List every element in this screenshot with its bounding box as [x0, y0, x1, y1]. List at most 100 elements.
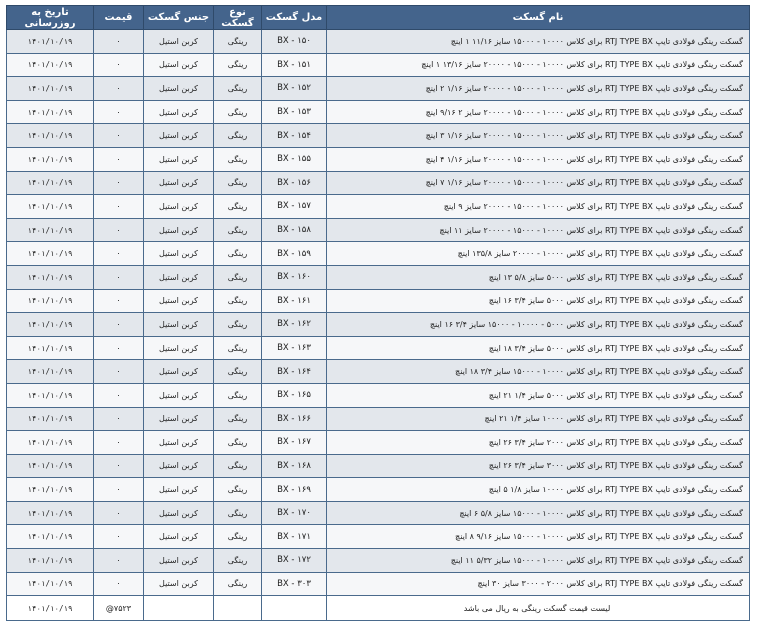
header-material: جنس گسکت: [143, 5, 214, 30]
table-row: گسکت رینگی فولادی تایپ RTJ TYPE BX برای …: [6, 406, 750, 432]
table-header: نام گسکت مدل گسکت نوع گسکت جنس گسکت قیمت…: [6, 5, 750, 30]
cell-name[interactable]: گسکت رینگی فولادی تایپ RTJ TYPE BX برای …: [326, 241, 750, 266]
gasket-price-table: نام گسکت مدل گسکت نوع گسکت جنس گسکت قیمت…: [6, 5, 750, 622]
footer-date: ۱۴۰۱/۱۰/۱۹: [6, 595, 94, 622]
cell-type: رینگی: [213, 76, 262, 101]
cell-material: کربن استیل: [143, 430, 214, 455]
cell-model: BX - ۱۶۱: [261, 288, 327, 314]
table-row: گسکت رینگی فولادی تایپ RTJ TYPE BX برای …: [6, 241, 750, 266]
cell-date: ۱۴۰۱/۱۰/۱۹: [6, 453, 94, 479]
cell-price: ۰: [93, 406, 144, 432]
cell-date: ۱۴۰۱/۱۰/۱۹: [6, 52, 94, 78]
cell-name[interactable]: گسکت رینگی فولادی تایپ RTJ TYPE BX برای …: [326, 217, 750, 243]
cell-model: BX - ۱۵۸: [261, 217, 327, 243]
cell-name[interactable]: گسکت رینگی فولادی تایپ RTJ TYPE BX برای …: [326, 312, 750, 337]
cell-name[interactable]: گسکت رینگی فولادی تایپ RTJ TYPE BX برای …: [326, 76, 750, 101]
cell-price: ۰: [93, 500, 144, 526]
cell-date: ۱۴۰۱/۱۰/۱۹: [6, 146, 94, 172]
table-row: گسکت رینگی فولادی تایپ RTJ TYPE BX برای …: [6, 477, 750, 502]
cell-model: BX - ۱۵۶: [261, 170, 327, 196]
cell-material: کربن استیل: [143, 76, 214, 101]
cell-price: ۰: [93, 76, 144, 101]
header-date: تاریخ به روزرسانی: [6, 5, 94, 30]
cell-date: ۱۴۰۱/۱۰/۱۹: [6, 288, 94, 314]
cell-name[interactable]: گسکت رینگی فولادی تایپ RTJ TYPE BX برای …: [326, 288, 750, 314]
header-type: نوع گسکت: [213, 5, 262, 30]
cell-material: کربن استیل: [143, 217, 214, 243]
cell-price: ۰: [93, 312, 144, 337]
cell-type: رینگی: [213, 241, 262, 266]
cell-material: کربن استیل: [143, 382, 214, 408]
cell-type: رینگی: [213, 146, 262, 172]
cell-name[interactable]: گسکت رینگی فولادی تایپ RTJ TYPE BX برای …: [326, 500, 750, 526]
cell-name[interactable]: گسکت رینگی فولادی تایپ RTJ TYPE BX برای …: [326, 52, 750, 78]
cell-date: ۱۴۰۱/۱۰/۱۹: [6, 264, 94, 290]
cell-price: ۰: [93, 548, 144, 573]
cell-material: کربن استیل: [143, 264, 214, 290]
cell-name[interactable]: گسکت رینگی فولادی تایپ RTJ TYPE BX برای …: [326, 406, 750, 432]
cell-name[interactable]: گسکت رینگی فولادی تایپ RTJ TYPE BX برای …: [326, 430, 750, 455]
cell-model: BX - ۳۰۳: [261, 571, 327, 597]
cell-date: ۱۴۰۱/۱۰/۱۹: [6, 500, 94, 526]
cell-price: ۰: [93, 99, 144, 125]
cell-price: ۰: [93, 29, 144, 54]
cell-name[interactable]: گسکت رینگی فولادی تایپ RTJ TYPE BX برای …: [326, 29, 750, 54]
cell-material: کربن استیل: [143, 241, 214, 266]
cell-material: کربن استیل: [143, 524, 214, 550]
cell-type: رینگی: [213, 170, 262, 196]
cell-name[interactable]: گسکت رینگی فولادی تایپ RTJ TYPE BX برای …: [326, 359, 750, 384]
cell-type: رینگی: [213, 99, 262, 125]
cell-type: رینگی: [213, 335, 262, 361]
cell-name[interactable]: گسکت رینگی فولادی تایپ RTJ TYPE BX برای …: [326, 170, 750, 196]
cell-material: کربن استیل: [143, 571, 214, 597]
cell-material: کربن استیل: [143, 500, 214, 526]
table-row: گسکت رینگی فولادی تایپ RTJ TYPE BX برای …: [6, 217, 750, 243]
cell-material: کربن استیل: [143, 288, 214, 314]
cell-date: ۱۴۰۱/۱۰/۱۹: [6, 194, 94, 219]
table-row: گسکت رینگی فولادی تایپ RTJ TYPE BX برای …: [6, 194, 750, 219]
footer-note: لیست قیمت گسکت رینگی به ریال می باشد: [326, 595, 750, 622]
cell-date: ۱۴۰۱/۱۰/۱۹: [6, 477, 94, 502]
cell-model: BX - ۱۵۲: [261, 76, 327, 101]
cell-name[interactable]: گسکت رینگی فولادی تایپ RTJ TYPE BX برای …: [326, 264, 750, 290]
cell-name[interactable]: گسکت رینگی فولادی تایپ RTJ TYPE BX برای …: [326, 335, 750, 361]
cell-type: رینگی: [213, 477, 262, 502]
cell-date: ۱۴۰۱/۱۰/۱۹: [6, 359, 94, 384]
cell-name[interactable]: گسکت رینگی فولادی تایپ RTJ TYPE BX برای …: [326, 382, 750, 408]
cell-type: رینگی: [213, 52, 262, 78]
cell-model: BX - ۱۶۳: [261, 335, 327, 361]
cell-name[interactable]: گسکت رینگی فولادی تایپ RTJ TYPE BX برای …: [326, 99, 750, 125]
cell-type: رینگی: [213, 500, 262, 526]
cell-name[interactable]: گسکت رینگی فولادی تایپ RTJ TYPE BX برای …: [326, 524, 750, 550]
cell-price: ۰: [93, 194, 144, 219]
cell-price: ۰: [93, 382, 144, 408]
cell-model: BX - ۱۷۲: [261, 548, 327, 573]
cell-price: ۰: [93, 217, 144, 243]
cell-date: ۱۴۰۱/۱۰/۱۹: [6, 76, 94, 101]
table-row: گسکت رینگی فولادی تایپ RTJ TYPE BX برای …: [6, 430, 750, 455]
cell-model: BX - ۱۶۷: [261, 430, 327, 455]
cell-material: کربن استیل: [143, 29, 214, 54]
cell-material: کربن استیل: [143, 194, 214, 219]
table-row: گسکت رینگی فولادی تایپ RTJ TYPE BX برای …: [6, 524, 750, 550]
cell-name[interactable]: گسکت رینگی فولادی تایپ RTJ TYPE BX برای …: [326, 477, 750, 502]
cell-name[interactable]: گسکت رینگی فولادی تایپ RTJ TYPE BX برای …: [326, 194, 750, 219]
cell-name[interactable]: گسکت رینگی فولادی تایپ RTJ TYPE BX برای …: [326, 146, 750, 172]
table-row: گسکت رینگی فولادی تایپ RTJ TYPE BX برای …: [6, 76, 750, 101]
cell-model: BX - ۱۵۰: [261, 29, 327, 54]
table-row: گسکت رینگی فولادی تایپ RTJ TYPE BX برای …: [6, 335, 750, 361]
table-row: گسکت رینگی فولادی تایپ RTJ TYPE BX برای …: [6, 123, 750, 148]
cell-price: ۰: [93, 123, 144, 148]
table-row: گسکت رینگی فولادی تایپ RTJ TYPE BX برای …: [6, 29, 750, 54]
cell-type: رینگی: [213, 217, 262, 243]
cell-date: ۱۴۰۱/۱۰/۱۹: [6, 99, 94, 125]
cell-type: رینگی: [213, 288, 262, 314]
cell-name[interactable]: گسکت رینگی فولادی تایپ RTJ TYPE BX برای …: [326, 571, 750, 597]
cell-price: ۰: [93, 335, 144, 361]
cell-type: رینگی: [213, 382, 262, 408]
cell-name[interactable]: گسکت رینگی فولادی تایپ RTJ TYPE BX برای …: [326, 548, 750, 573]
footer-price-icons[interactable]: ۷۵۲۳@: [93, 595, 144, 622]
cell-name[interactable]: گسکت رینگی فولادی تایپ RTJ TYPE BX برای …: [326, 453, 750, 479]
cell-name[interactable]: گسکت رینگی فولادی تایپ RTJ TYPE BX برای …: [326, 123, 750, 148]
cell-model: BX - ۱۷۱: [261, 524, 327, 550]
